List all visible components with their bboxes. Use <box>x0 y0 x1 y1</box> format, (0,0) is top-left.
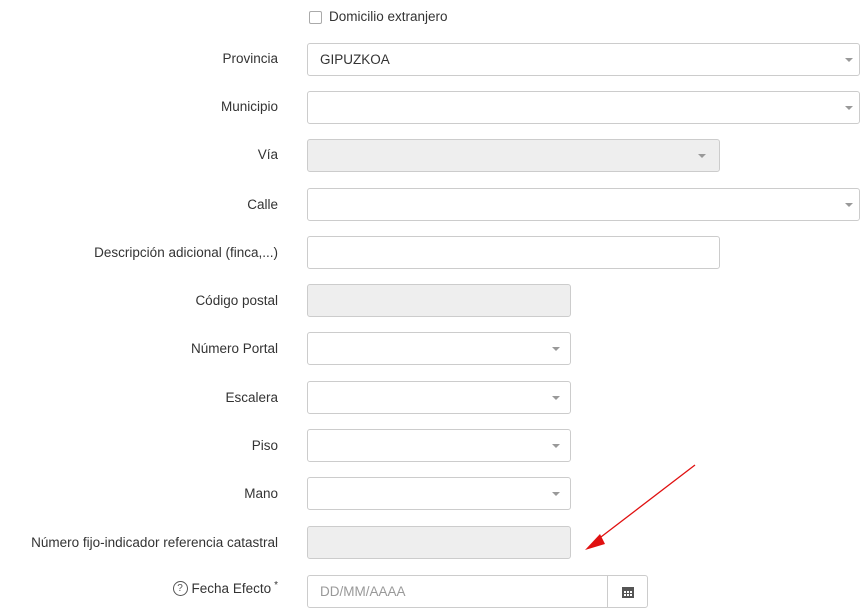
escalera-label: Escalera <box>225 390 278 405</box>
chevron-down-icon <box>845 203 853 207</box>
via-label: Vía <box>257 147 278 162</box>
required-mark: * <box>274 580 278 591</box>
calendar-icon[interactable] <box>622 585 634 598</box>
codigo-postal-input[interactable] <box>307 284 571 317</box>
annotation-arrow <box>585 464 696 550</box>
input-group-divider <box>607 576 608 607</box>
referencia-catastral-input[interactable] <box>307 526 571 559</box>
descripcion-input[interactable] <box>307 236 720 269</box>
provincia-value: GIPUZKOA <box>320 52 390 67</box>
domicilio-extranjero-label: Domicilio extranjero <box>329 9 448 24</box>
referencia-catastral-label: Número fijo-indicador referencia catastr… <box>31 535 278 550</box>
numero-portal-select[interactable] <box>307 332 571 365</box>
fecha-efecto-label-group: ? Fecha Efecto * <box>172 580 278 596</box>
chevron-down-icon <box>698 154 706 158</box>
piso-label: Piso <box>251 438 278 453</box>
mano-select[interactable] <box>307 477 571 510</box>
chevron-down-icon <box>845 106 853 110</box>
chevron-down-icon <box>845 58 853 62</box>
calle-label: Calle <box>247 197 278 212</box>
chevron-down-icon <box>552 347 560 351</box>
descripcion-label: Descripción adicional (finca,...) <box>94 245 278 260</box>
chevron-down-icon <box>552 396 560 400</box>
municipio-select[interactable] <box>307 91 860 124</box>
question-circle-icon[interactable]: ? <box>172 581 188 596</box>
numero-portal-label: Número Portal <box>190 341 278 356</box>
municipio-label: Municipio <box>220 99 278 114</box>
via-select[interactable] <box>307 139 720 172</box>
codigo-postal-label: Código postal <box>195 293 278 308</box>
piso-select[interactable] <box>307 429 571 462</box>
fecha-efecto-input[interactable]: DD/MM/AAAA <box>307 575 648 608</box>
chevron-down-icon <box>552 444 560 448</box>
provincia-label: Provincia <box>222 51 278 66</box>
domicilio-extranjero-checkbox[interactable] <box>309 11 322 24</box>
escalera-select[interactable] <box>307 381 571 414</box>
mano-label: Mano <box>244 486 278 501</box>
calle-select[interactable] <box>307 188 860 221</box>
fecha-efecto-label: Fecha Efecto <box>191 581 272 596</box>
fecha-efecto-placeholder: DD/MM/AAAA <box>320 584 406 599</box>
chevron-down-icon <box>552 492 560 496</box>
provincia-select[interactable]: GIPUZKOA <box>307 43 860 76</box>
